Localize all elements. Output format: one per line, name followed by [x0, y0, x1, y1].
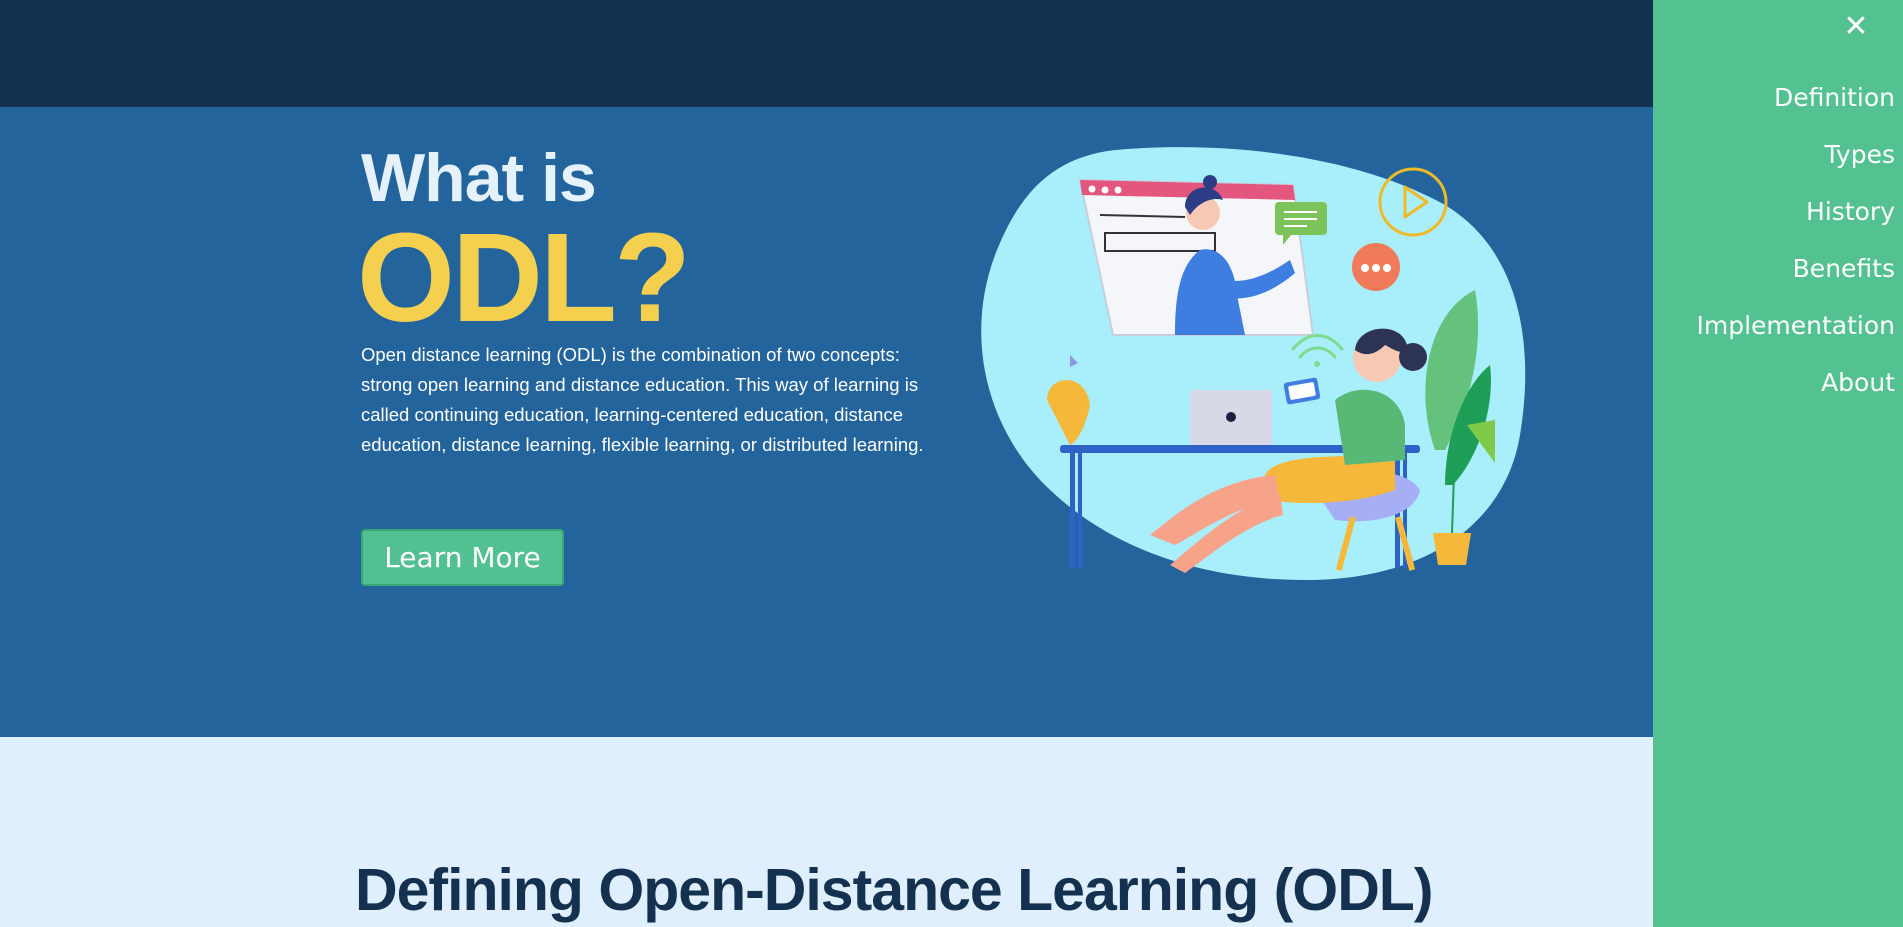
nav-list: Definition Types History Benefits Implem… [1696, 78, 1895, 420]
nav-item-about[interactable]: About [1696, 363, 1895, 420]
dots-bubble-icon [1352, 243, 1400, 291]
side-navigation: ✕ Definition Types History Benefits Impl… [1653, 0, 1903, 927]
section-title: Defining Open-Distance Learning (ODL) [355, 857, 1433, 923]
online-learning-illustration [981, 147, 1526, 580]
nav-item-types[interactable]: Types [1696, 135, 1895, 192]
hero-title-line2: ODL? [357, 207, 691, 348]
close-icon[interactable]: ✕ [1839, 10, 1873, 44]
hero-description: Open distance learning (ODL) is the comb… [361, 344, 924, 455]
hero-title-line1: What is [361, 140, 597, 216]
nav-item-history[interactable]: History [1696, 192, 1895, 249]
nav-item-implementation[interactable]: Implementation [1696, 306, 1895, 363]
nav-item-benefits[interactable]: Benefits [1696, 249, 1895, 306]
top-header-bar [0, 0, 1653, 107]
laptop-icon [1190, 390, 1272, 445]
learn-more-button[interactable]: Learn More [361, 529, 564, 586]
nav-item-definition[interactable]: Definition [1696, 78, 1895, 135]
video-window-icon [1078, 175, 1315, 336]
